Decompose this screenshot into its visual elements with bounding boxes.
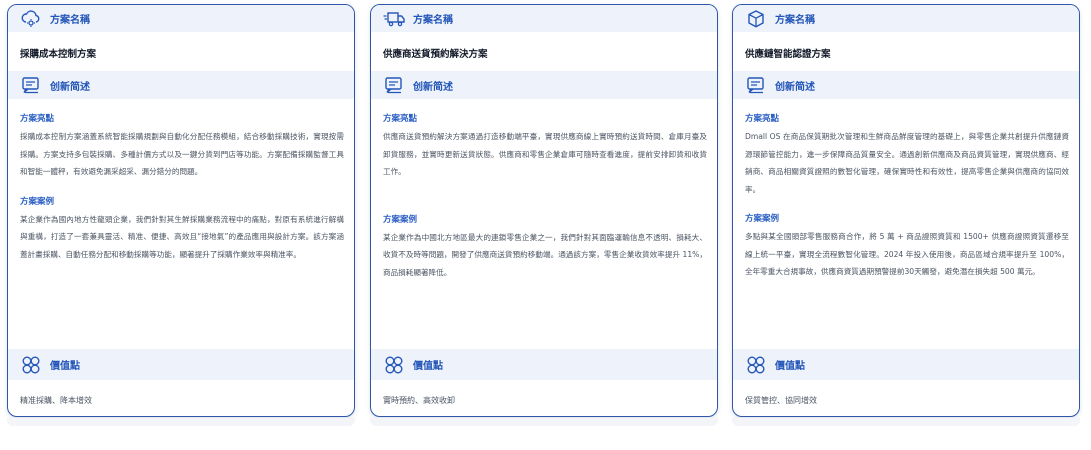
- intro-header: 创新简述: [8, 71, 354, 99]
- value-label: 價值點: [775, 361, 805, 372]
- clover-icon: [383, 355, 405, 375]
- value-text: 保質管控、協同增效: [745, 396, 817, 405]
- intro-label: 创新简述: [50, 81, 90, 93]
- case-text: 多點與某全國頭部零售服務商合作，將 5 萬 + 商品證照資質和 1500+ 供應…: [745, 232, 1069, 276]
- package-box-icon: [745, 9, 767, 29]
- case-text: 某企業作為國內地方性龍頭企業，我們針對其生鮮採購業務流程中的痛點，對原有系統進行…: [20, 214, 344, 259]
- header-label: 方案名稱: [413, 15, 453, 26]
- clover-icon: [745, 355, 767, 375]
- case-text: 某企業作為中國北方地區最大的連鎖零售企業之一，我們針對其面臨運輸信息不透明、損耗…: [383, 232, 707, 277]
- value-text: 精准採購、降本增效: [20, 396, 92, 405]
- solution-name: 採購成本控制方案: [20, 49, 97, 60]
- solution-name: 供應鏈智能認證方案: [745, 49, 831, 60]
- solution-card-certification[interactable]: 方案名稱 供應鏈智能認證方案 创新简述 方案亮點 Dmall OS 在商品保質期…: [732, 4, 1080, 417]
- cloud-settings-icon: [20, 9, 42, 29]
- card-header: 方案名稱: [8, 5, 354, 32]
- solution-name: 供應商送貨預約解決方案: [383, 49, 488, 60]
- delivery-truck-icon: [383, 9, 405, 29]
- document-list-icon: [745, 75, 767, 95]
- header-label: 方案名稱: [50, 15, 90, 26]
- value-header: 價值點: [371, 349, 717, 380]
- value-header: 價值點: [733, 349, 1079, 380]
- clover-icon: [20, 355, 42, 375]
- card-header: 方案名稱: [733, 5, 1079, 32]
- card-shadow-strip: [7, 418, 355, 426]
- highlight-text: 供應商送貨預約解決方案通過打造移動端平臺，實現供應商線上實時預約送貨時間、倉庫月…: [383, 132, 707, 176]
- value-label: 價值點: [50, 361, 80, 372]
- value-text: 實時預約、高效收卸: [383, 396, 455, 405]
- intro-label: 创新简述: [413, 81, 453, 93]
- highlight-title: 方案亮點: [20, 114, 55, 124]
- case-title: 方案案例: [20, 196, 55, 207]
- highlight-text: 採購成本控制方案涵蓋系統智能採購規劃與自動化分配任務模組，結合移動採購技術，實現…: [20, 132, 344, 176]
- case-title: 方案案例: [383, 214, 418, 225]
- document-list-icon: [20, 75, 42, 95]
- card-shadow-strip: [370, 418, 718, 426]
- header-label: 方案名稱: [775, 15, 815, 26]
- highlight-text: Dmall OS 在商品保質期批次管理和生鮮商品鮮度管理的基礎上，與零售企業共創…: [745, 132, 1069, 194]
- intro-header: 创新简述: [733, 71, 1079, 99]
- solution-card-procurement[interactable]: 方案名稱 採購成本控制方案 创新简述 方案亮點 採購成本控制方案涵蓋系統智能採購…: [7, 4, 355, 417]
- value-header: 價值點: [8, 349, 354, 380]
- card-shadow-strip: [732, 418, 1080, 426]
- value-label: 價值點: [413, 361, 443, 372]
- card-header: 方案名稱: [371, 5, 717, 32]
- solution-card-delivery[interactable]: 方案名稱 供應商送貨預約解決方案 创新简述 方案亮點 供應商送貨預約解決方案通過…: [370, 4, 718, 417]
- document-list-icon: [383, 75, 405, 95]
- highlight-title: 方案亮點: [745, 114, 780, 124]
- intro-header: 创新简述: [371, 71, 717, 99]
- case-title: 方案案例: [745, 214, 780, 224]
- highlight-title: 方案亮點: [383, 114, 418, 124]
- intro-label: 创新简述: [775, 81, 815, 93]
